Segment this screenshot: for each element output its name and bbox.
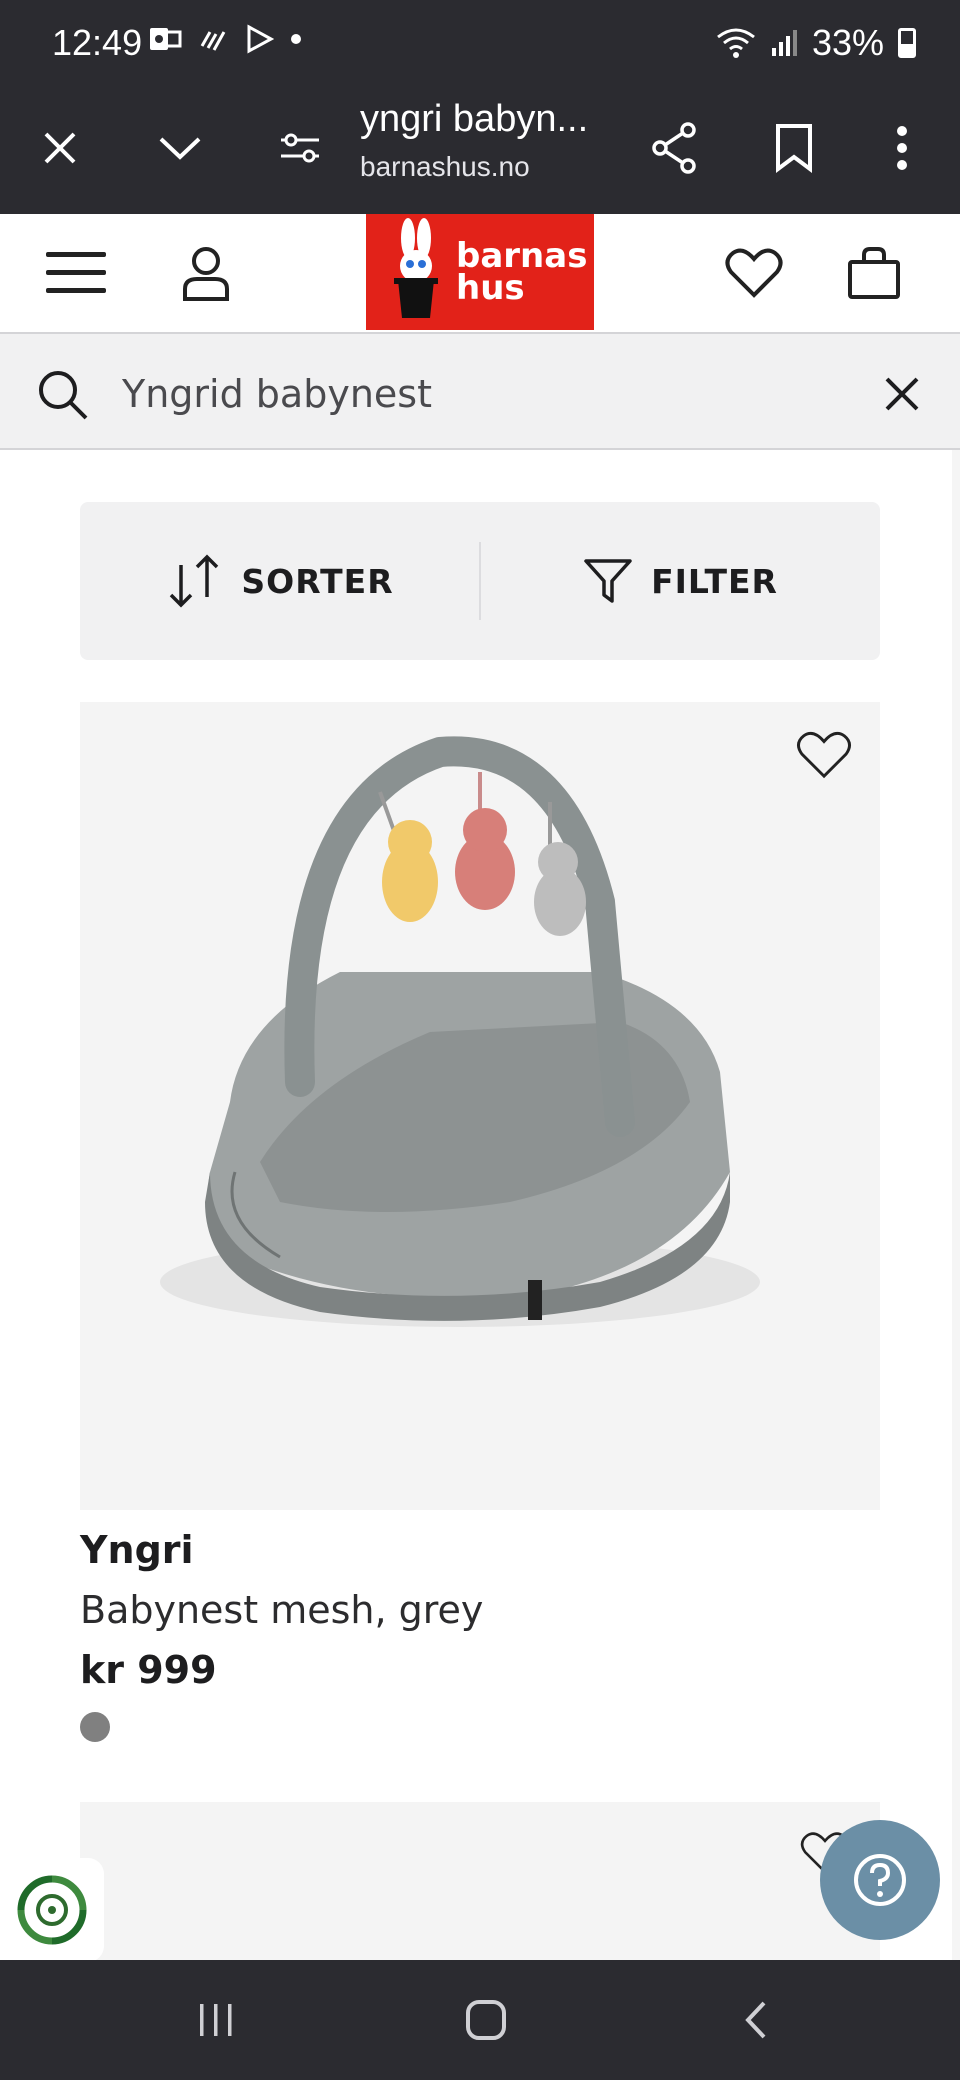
sort-filter-bar: SORTER FILTER — [80, 502, 880, 660]
notification-icons — [148, 24, 302, 54]
user-icon — [183, 247, 229, 301]
more-vertical-icon — [897, 126, 907, 170]
dot-icon — [291, 34, 301, 44]
sort-button[interactable]: SORTER — [80, 502, 479, 660]
cart-button[interactable] — [836, 238, 912, 308]
product-name[interactable]: Babynest mesh, grey — [80, 1588, 483, 1632]
bookmark-icon — [776, 124, 812, 173]
search-bar[interactable]: Yngrid babynest — [0, 332, 960, 450]
bookmark-button[interactable] — [758, 112, 830, 184]
outlook-icon — [150, 28, 182, 50]
wishlist-button[interactable] — [716, 238, 792, 308]
page-domain: barnashus.no — [360, 151, 530, 182]
site-settings-button[interactable] — [264, 112, 336, 184]
filter-label: FILTER — [651, 561, 778, 601]
close-tab-button[interactable] — [24, 112, 96, 184]
play-store-icon — [247, 24, 274, 54]
cellular-signal-icon — [771, 30, 797, 56]
search-input[interactable]: Yngrid babynest — [122, 372, 432, 416]
more-options-button[interactable] — [866, 112, 938, 184]
recent-apps-button[interactable] — [176, 1990, 256, 2050]
home-button[interactable] — [446, 1990, 526, 2050]
eco-badge[interactable] — [0, 1858, 104, 1962]
next-product-image[interactable] — [80, 1802, 880, 1960]
close-icon — [44, 132, 76, 164]
home-icon — [466, 2000, 506, 2040]
sort-label: SORTER — [241, 561, 394, 601]
status-time: 12:49 — [52, 22, 143, 63]
close-icon — [885, 377, 919, 411]
battery-percent: 33% — [811, 22, 884, 63]
heart-icon — [797, 731, 851, 779]
system-nav-bar — [0, 1960, 960, 2080]
favorite-button[interactable] — [796, 730, 860, 790]
browser-toolbar: yngri babyn... barnashus.no — [0, 88, 960, 214]
babynest-illustration — [160, 736, 760, 1327]
account-button[interactable] — [168, 238, 244, 308]
battery-icon — [898, 28, 916, 58]
shopping-bag-icon — [848, 247, 900, 299]
product-brand[interactable]: Yngri — [80, 1528, 194, 1572]
heart-icon — [725, 248, 783, 298]
wifi-icon — [717, 28, 755, 58]
page-title: yngri babyn... — [360, 98, 589, 140]
back-arrow-icon — [745, 2001, 766, 2039]
recent-apps-icon — [200, 2004, 232, 2036]
collapse-button[interactable] — [144, 112, 216, 184]
signal-activity-icon — [200, 31, 226, 51]
share-icon — [652, 122, 696, 174]
tune-icon — [281, 133, 319, 163]
product-image[interactable] — [80, 702, 880, 1510]
filter-button[interactable]: FILTER — [481, 502, 880, 660]
product-price: kr 999 — [80, 1648, 217, 1692]
clear-search-button[interactable] — [874, 366, 930, 422]
scrollbar[interactable] — [952, 450, 960, 1960]
back-button[interactable] — [716, 1990, 796, 2050]
url-block[interactable]: yngri babyn... barnashus.no — [360, 98, 620, 183]
hamburger-icon — [46, 252, 106, 293]
menu-button[interactable] — [38, 238, 114, 308]
chevron-down-icon — [159, 137, 201, 160]
help-question-icon — [854, 1854, 906, 1906]
status-bar: 12:49 33% — [0, 0, 960, 88]
search-icon — [34, 366, 90, 422]
share-button[interactable] — [638, 112, 710, 184]
sort-arrows-icon — [170, 554, 219, 608]
recycle-icon — [17, 1875, 87, 1945]
color-swatch[interactable] — [80, 1712, 110, 1742]
barnashus-logo[interactable]: barnas hus — [366, 214, 594, 330]
filter-funnel-icon — [584, 559, 632, 603]
site-header: barnas hus — [0, 214, 960, 332]
logo-text-line2: hus — [456, 268, 525, 308]
system-status: 33% — [716, 22, 916, 64]
bunny-hat-icon — [384, 214, 448, 330]
help-button[interactable] — [820, 1820, 940, 1940]
